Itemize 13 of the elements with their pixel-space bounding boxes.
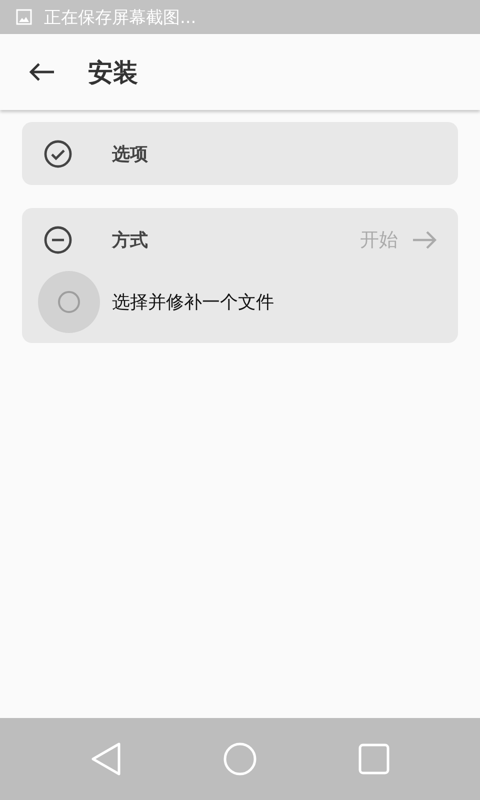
step-title: 选项	[112, 142, 149, 166]
back-nav-button[interactable]	[90, 742, 122, 776]
check-circle-icon	[44, 140, 72, 168]
recents-button[interactable]	[358, 743, 390, 775]
home-button[interactable]	[222, 742, 257, 776]
step-title: 方式	[112, 228, 149, 252]
minus-circle-icon	[44, 226, 72, 254]
image-icon	[16, 9, 32, 25]
option-label: 选择并修补一个文件	[112, 291, 274, 314]
status-text: 正在保存屏幕截图...	[44, 6, 196, 28]
start-button[interactable]: 开始	[360, 226, 438, 252]
page-title: 安装	[88, 56, 138, 88]
arrow-right-icon	[412, 230, 438, 248]
